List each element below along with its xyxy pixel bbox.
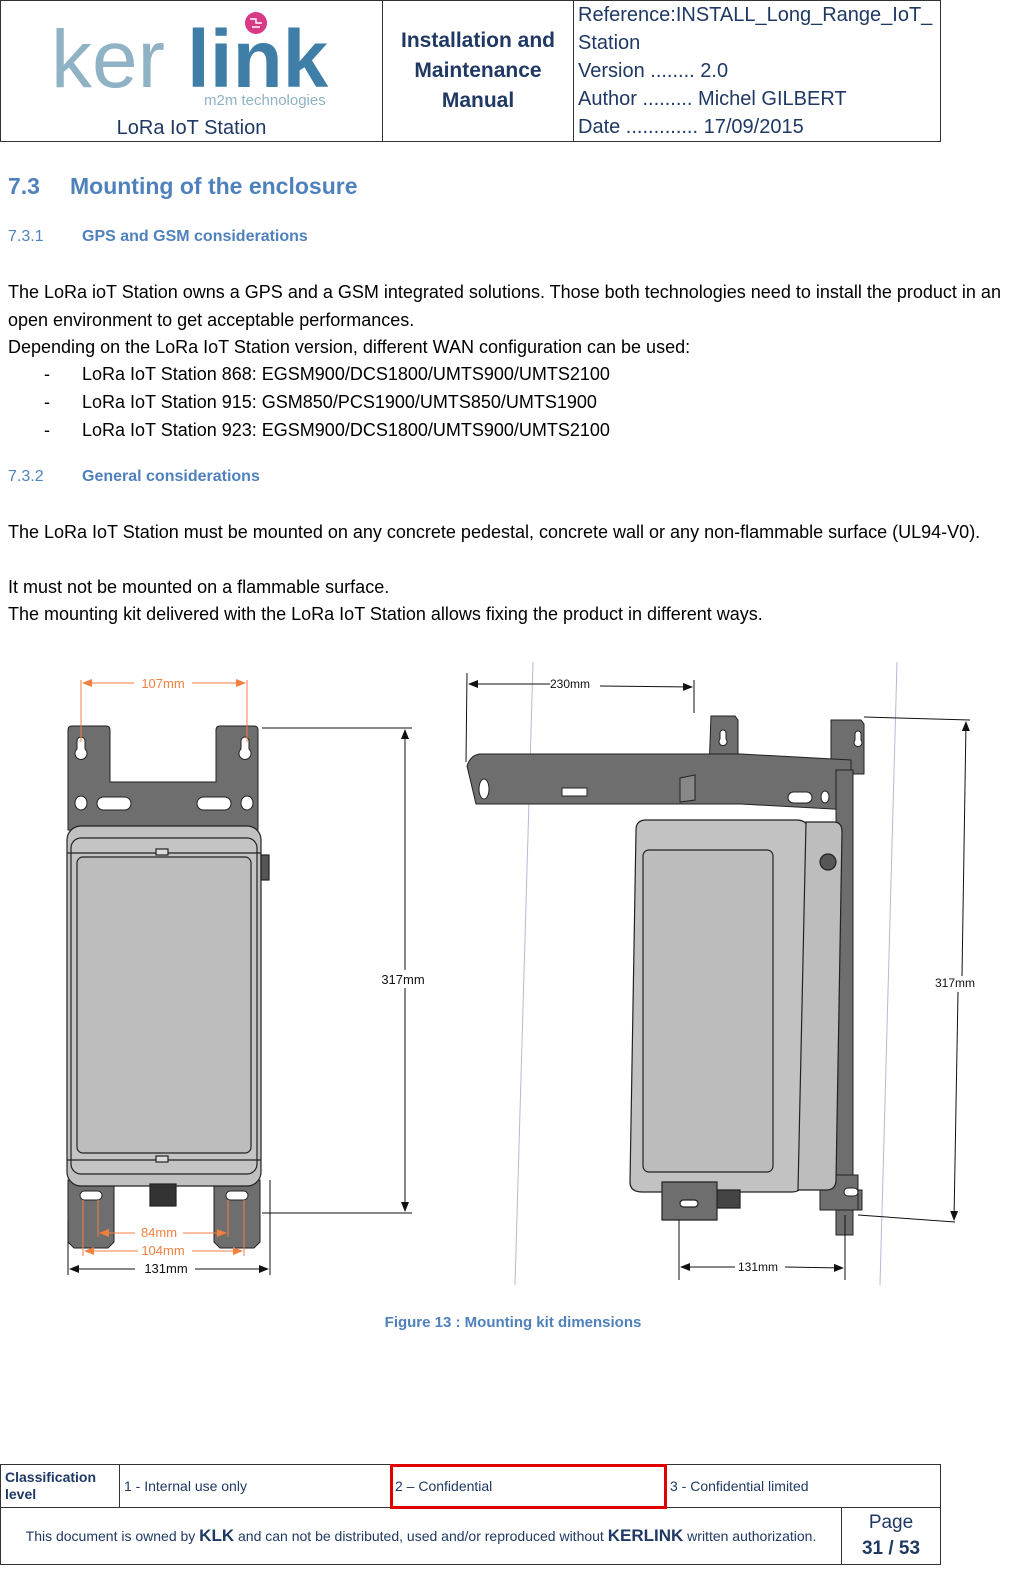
subsection-heading: 7.3.2 General considerations xyxy=(8,468,260,486)
paragraph: The mounting kit delivered with the LoRa… xyxy=(8,604,763,624)
logo-tagline: m2m technologies xyxy=(204,92,326,109)
owner-short: KLK xyxy=(199,1526,235,1545)
front-dimension-height: 317mm xyxy=(262,727,425,1214)
list-item: - LoRa IoT Station 868: EGSM900/DCS1800/U… xyxy=(44,361,610,389)
header-product-name: LoRa IoT Station xyxy=(116,117,267,139)
classification-label: Classification level xyxy=(0,1464,120,1508)
dimension-label: 317mm xyxy=(935,976,975,990)
front-enclosure xyxy=(66,825,270,1207)
doc-title-line: Maintenance xyxy=(414,59,542,82)
section-title: Mounting of the enclosure xyxy=(70,173,358,199)
dimension-label: 84mm xyxy=(141,1225,177,1240)
mounting-kit-figure: 107mm 317mm 84mm 104mm 131mm 230mm 317mm… xyxy=(66,661,975,1286)
paragraph: Depending on the LoRa IoT Station versio… xyxy=(8,337,691,357)
dimension-label: 107mm xyxy=(141,676,184,691)
classification-level-1: 1 - Internal use only xyxy=(119,1464,391,1508)
list-item: - LoRa IoT Station 915: GSM850/PCS1900/UM… xyxy=(44,389,597,417)
logo-ker: ker xyxy=(51,14,165,105)
classification-level-3: 3 - Confidential limited xyxy=(665,1464,941,1508)
list-item: - LoRa IoT Station 923: EGSM900/DCS1800/U… xyxy=(44,417,610,445)
meta-date: Date ............. 17/09/2015 xyxy=(578,116,804,138)
page-number: 31 / 53 xyxy=(861,1538,921,1559)
meta-reference-cont: Station xyxy=(578,32,641,54)
bullet-dash: - xyxy=(44,420,50,440)
page-label: Page xyxy=(868,1512,914,1533)
meta-author: Author ......... Michel GILBERT xyxy=(578,88,847,110)
figure-caption: Figure 13 : Mounting kit dimensions xyxy=(384,1314,642,1331)
ownership-text: This document is owned by xyxy=(25,1528,200,1544)
doc-title-line: Manual xyxy=(441,89,515,112)
header-meta: Reference:INSTALL_Long_Range_IoT_ Statio… xyxy=(573,0,941,142)
side-dimension-height: 317mm xyxy=(857,716,975,1223)
dimension-label: 131mm xyxy=(738,1260,778,1274)
section-number: 7.3 xyxy=(8,173,40,199)
meta-version: Version ........ 2.0 xyxy=(578,60,729,82)
bolt-icon xyxy=(679,774,696,803)
side-view: 230mm 317mm 131mm xyxy=(465,661,975,1286)
subsection-number: 7.3.2 xyxy=(8,468,44,485)
dimension-label: 230mm xyxy=(550,677,590,691)
side-dimension-131: 131mm xyxy=(678,1215,846,1280)
paragraph: The LoRa IoT Station must be mounted on … xyxy=(8,522,981,542)
ownership-text: and can not be distributed, used and/or … xyxy=(234,1528,608,1544)
bullet-dash: - xyxy=(44,392,50,412)
meta-reference: Reference:INSTALL_Long_Range_IoT_ xyxy=(578,4,933,26)
ownership-notice: This document is owned by KLK and can no… xyxy=(0,1507,842,1565)
section-heading: 7.3 Mounting of the enclosure xyxy=(8,173,358,200)
list-item-text: LoRa IoT Station 915: GSM850/PCS1900/UMT… xyxy=(82,392,597,412)
list-item-text: LoRa IoT Station 868: EGSM900/DCS1800/UM… xyxy=(82,364,610,384)
wall-line xyxy=(879,661,898,1286)
dimension-label: 317mm xyxy=(381,972,424,987)
header-doc-title: Installation and Maintenance Manual xyxy=(382,0,574,142)
owner-full: KERLINK xyxy=(607,1526,684,1545)
classification-level-2-selected: 2 – Confidential xyxy=(389,1463,667,1509)
side-enclosure xyxy=(629,819,843,1221)
side-dimension-230: 230mm xyxy=(465,672,695,763)
bullet-dash: - xyxy=(44,364,50,384)
document-footer: Classification level 1 - Internal use on… xyxy=(0,1463,941,1565)
list-item-text: LoRa IoT Station 923: EGSM900/DCS1800/UM… xyxy=(82,420,610,440)
subsection-title: GPS and GSM considerations xyxy=(82,228,308,245)
header-logo-cell: ker link m2m technologies LoRa IoT Stati… xyxy=(0,0,383,142)
front-view: 107mm 317mm 84mm 104mm 131mm xyxy=(66,676,425,1276)
document-header: ker link m2m technologies LoRa IoT Stati… xyxy=(0,0,941,142)
dimension-label: 131mm xyxy=(144,1261,187,1276)
paragraph: The LoRa ioT Station owns a GPS and a GS… xyxy=(8,282,1001,330)
dimension-label: 104mm xyxy=(141,1243,184,1258)
page-indicator: Page 31 / 53 xyxy=(841,1507,941,1565)
subsection-title: General considerations xyxy=(82,468,260,485)
kerlink-logo: ker link m2m technologies xyxy=(51,12,329,109)
paragraph: It must not be mounted on a flammable su… xyxy=(8,577,390,597)
ownership-text: written authorization. xyxy=(683,1528,817,1544)
subsection-number: 7.3.1 xyxy=(8,228,44,245)
doc-title-line: Installation and xyxy=(400,29,555,52)
subsection-heading: 7.3.1 GPS and GSM considerations xyxy=(8,228,308,246)
